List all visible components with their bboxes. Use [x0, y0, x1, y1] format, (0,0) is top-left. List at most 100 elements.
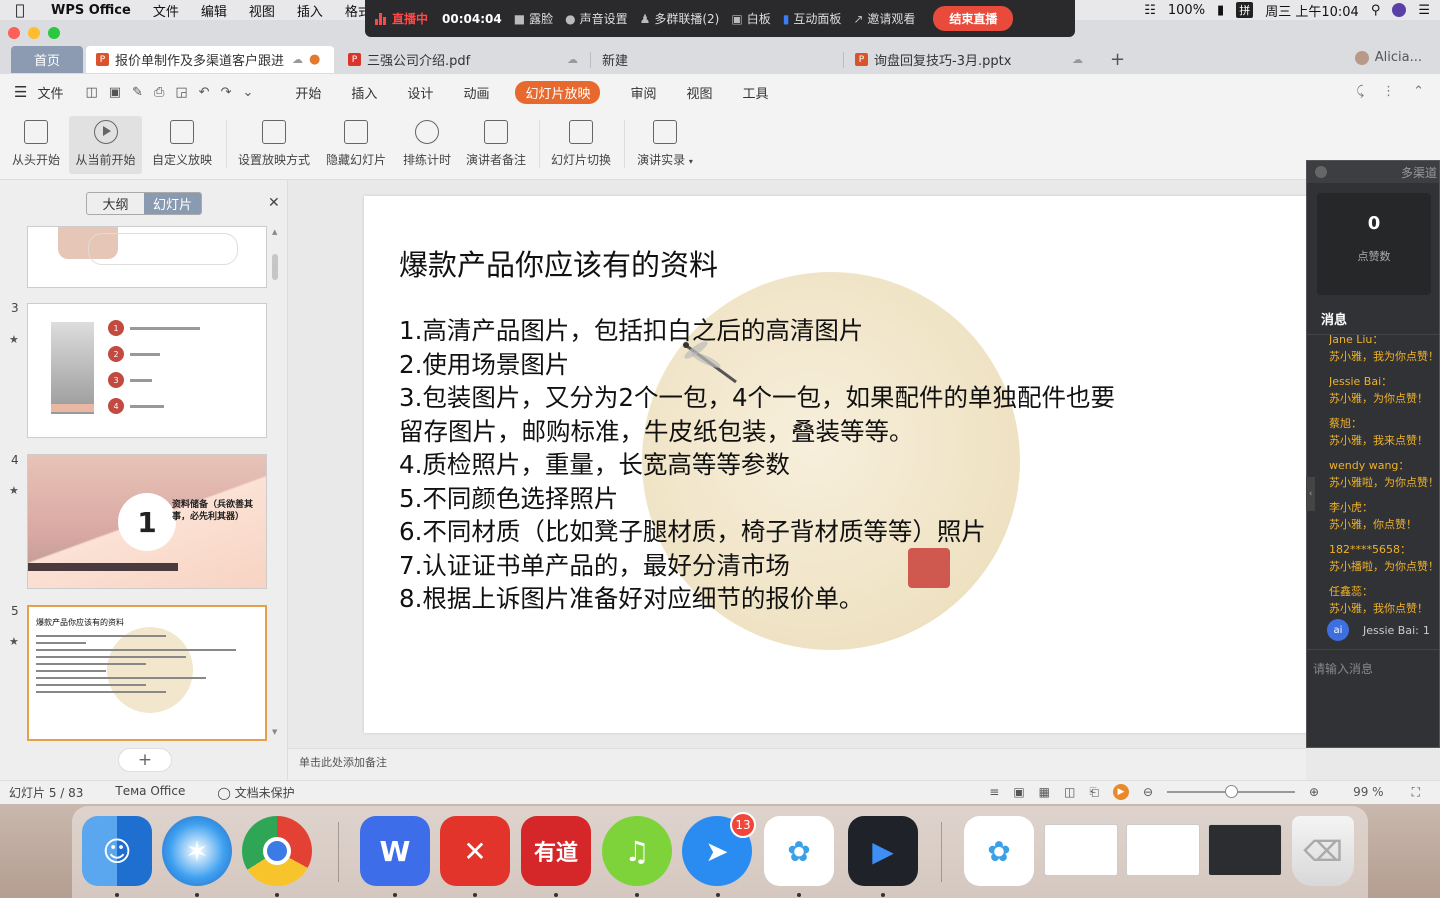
user-account[interactable]: Alicia...	[1354, 50, 1422, 65]
add-slide-button[interactable]: +	[118, 748, 172, 772]
app-name-menu[interactable]: WPS Office	[40, 3, 142, 18]
scrollbar-thumb[interactable]	[272, 254, 278, 280]
finder-icon[interactable]: ☺	[82, 816, 152, 886]
thumbnail-scrollbar[interactable]: ▲ ▼	[272, 228, 278, 736]
dingtalk-live-icon[interactable]: ✿	[764, 816, 834, 886]
rehearse-timings-button[interactable]: 排练计时	[401, 116, 453, 174]
invite-viewers-button[interactable]: ↗ 邀请观看	[853, 10, 915, 27]
share-icon[interactable]: ⤹	[1356, 84, 1364, 99]
redo-icon[interactable]: ↷	[221, 85, 232, 100]
play-slideshow-icon[interactable]: ▶	[1112, 784, 1129, 800]
fit-window-icon[interactable]: ⛶	[1412, 785, 1420, 800]
print-preview-icon[interactable]: ◲	[175, 85, 187, 100]
audio-settings-button[interactable]: ● 声音设置	[565, 10, 628, 27]
multi-group-broadcast-button[interactable]: ♟ 多群联播(2)	[640, 10, 720, 27]
message-input[interactable]: 请输入消息	[1307, 649, 1439, 729]
menu-view[interactable]: 视图	[238, 1, 286, 20]
slide-thumbnail-4[interactable]: 1 资料储备（兵欲善其事，必先利其器）	[27, 454, 267, 589]
slide-sorter-icon[interactable]: ▦	[1039, 785, 1050, 799]
more-icon[interactable]: ⋮	[1382, 84, 1395, 99]
zoom-window-button[interactable]	[48, 27, 60, 39]
xmind-icon[interactable]: ✕	[440, 816, 510, 886]
collapse-ribbon-icon[interactable]: ⌃	[1413, 84, 1424, 99]
tab-outline[interactable]: 大纲	[87, 193, 144, 214]
slide-title[interactable]: 爆款产品你应该有的资料	[399, 242, 718, 284]
siri-icon[interactable]	[1392, 3, 1407, 17]
tab-document-active[interactable]: P 报价单制作及多渠道客户跟进 ☁ ●	[86, 46, 334, 73]
file-menu[interactable]: 文件	[37, 83, 63, 102]
tab-animation[interactable]: 动画	[463, 83, 489, 102]
message-list[interactable]: Jane Liu： 苏小雅，我为你点赞！ Jessie Bai： 苏小雅，为你点赞！…	[1307, 335, 1439, 615]
interaction-panel-button[interactable]: ▮ 互动面板	[783, 10, 842, 27]
menu-file[interactable]: 文件	[142, 1, 190, 20]
new-tab-button[interactable]: +	[1100, 46, 1135, 73]
trash-icon[interactable]: ⌫	[1292, 816, 1354, 886]
input-method[interactable]: 拼	[1236, 2, 1254, 18]
end-live-button[interactable]: 结束直播	[933, 6, 1014, 31]
tab-slides[interactable]: 幻灯片	[144, 193, 201, 214]
slide-transition-button[interactable]: 幻灯片切换	[550, 116, 612, 174]
undo-icon[interactable]: ↶	[199, 85, 210, 100]
collapse-chevron-left-icon[interactable]: ‹	[1306, 477, 1315, 511]
whiteboard-button[interactable]: ▣ 白板	[731, 10, 770, 27]
close-panel-button[interactable]	[1315, 166, 1327, 178]
tab-pptx[interactable]: P 询盘回复技巧-3月.pptx ☁	[845, 46, 1093, 73]
theme-name[interactable]: Тема Office	[115, 784, 185, 801]
notes-toggle-icon[interactable]: ≡	[989, 785, 999, 799]
format-painter-icon[interactable]: ✎	[132, 85, 143, 100]
reading-view-icon[interactable]: ◫	[1064, 785, 1075, 799]
zoom-in-icon[interactable]: ⊕	[1309, 785, 1319, 799]
notes-area[interactable]: 单击此处添加备注	[288, 748, 1306, 780]
tab-home[interactable]: 首页	[11, 46, 83, 73]
open-folder-icon[interactable]: ◫	[85, 85, 97, 100]
zoom-level[interactable]: 99 %	[1353, 785, 1384, 799]
tab-review[interactable]: 审阅	[630, 83, 656, 102]
chrome-icon[interactable]	[242, 816, 312, 886]
zoom-slider-handle[interactable]	[1225, 785, 1239, 798]
zoom-meeting-icon[interactable]: ▶	[848, 816, 918, 886]
safari-icon[interactable]: ✶	[162, 816, 232, 886]
wifi-icon[interactable]: ☷	[1144, 3, 1156, 18]
tab-view[interactable]: 视图	[686, 83, 712, 102]
record-presentation-button[interactable]: 演讲实录 ▾	[635, 116, 695, 174]
show-face-button[interactable]: ■ 露脸	[514, 10, 553, 27]
zoom-slider[interactable]	[1167, 785, 1296, 798]
scroll-up-icon[interactable]: ▲	[272, 228, 277, 236]
slide-thumbnail-2[interactable]	[27, 226, 267, 288]
wps-office-icon[interactable]: W	[360, 816, 430, 886]
print-icon[interactable]: ⎙	[154, 85, 164, 100]
hamburger-menu-icon[interactable]: ☰	[14, 83, 27, 101]
spotlight-search-icon[interactable]: ⚲	[1371, 3, 1381, 18]
slide-thumbnail-5-selected[interactable]: 爆款产品你应该有的资料	[27, 605, 267, 741]
menu-insert[interactable]: 插入	[286, 1, 334, 20]
presenter-view-icon[interactable]: ⎗	[1089, 785, 1099, 800]
minimized-window-browser[interactable]	[1126, 824, 1200, 876]
customize-chevron-down-icon[interactable]: ⌄	[242, 85, 253, 100]
minimized-window-live[interactable]	[1208, 824, 1282, 876]
save-icon[interactable]: ▣	[109, 85, 121, 100]
youdao-dictionary-icon[interactable]: 有道	[521, 816, 591, 886]
play-from-start-button[interactable]: 从头开始	[10, 116, 62, 174]
tab-new[interactable]: 新建	[592, 46, 842, 73]
minimize-window-button[interactable]	[28, 27, 40, 39]
tab-insert[interactable]: 插入	[351, 83, 377, 102]
clock[interactable]: 周三 上午10:04	[1265, 1, 1359, 20]
dingtalk-live-window-icon[interactable]: ✿	[964, 816, 1034, 886]
scroll-down-icon[interactable]: ▼	[272, 728, 277, 736]
tab-start[interactable]: 开始	[295, 83, 321, 102]
normal-view-icon[interactable]: ▣	[1013, 785, 1024, 799]
current-slide[interactable]: 爆款产品你应该有的资料 1.高清产品图片，包括扣白之后的高清图片 2.使用场景图…	[364, 196, 1310, 733]
menu-edit[interactable]: 编辑	[190, 1, 238, 20]
slide-thumbnail-3[interactable]: 1 2 3 4	[27, 303, 267, 438]
battery-level[interactable]: 100%	[1168, 3, 1205, 18]
slide-body-text[interactable]: 1.高清产品图片，包括扣白之后的高清图片 2.使用场景图片 3.包装图片，又分为…	[399, 314, 1279, 616]
play-from-current-button[interactable]: 从当前开始	[69, 116, 142, 174]
setup-slideshow-button[interactable]: 设置放映方式	[236, 116, 312, 174]
protection-status[interactable]: ◯ 文档未保护	[217, 784, 294, 801]
close-panel-icon[interactable]: ✕	[268, 195, 280, 211]
tab-tools[interactable]: 工具	[743, 83, 769, 102]
close-window-button[interactable]	[8, 27, 20, 39]
battery-icon[interactable]: ▮	[1217, 3, 1224, 18]
speaker-notes-button[interactable]: 演讲者备注	[465, 116, 527, 174]
hide-slide-button[interactable]: 隐藏幻灯片	[325, 116, 387, 174]
